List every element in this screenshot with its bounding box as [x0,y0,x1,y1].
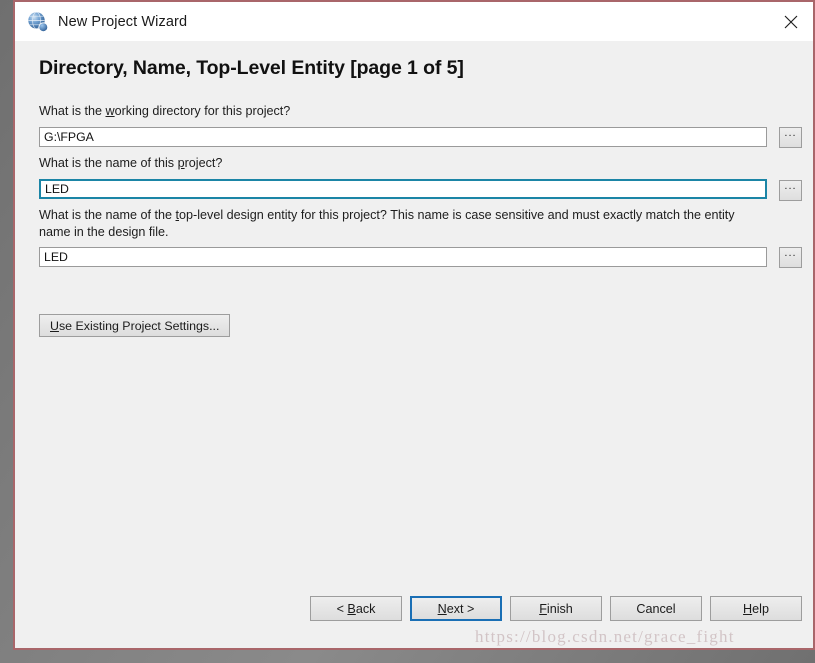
label-working-directory-post: orking directory for this project? [114,104,291,118]
next-mnemonic: N [437,601,447,616]
watermark: https://blog.csdn.net/grace_fight [475,627,735,646]
close-icon[interactable] [768,2,813,41]
cancel-button[interactable]: Cancel [610,596,702,621]
page-title: Directory, Name, Top-Level Entity [page … [39,57,464,79]
working-directory-input[interactable] [39,127,767,147]
dialog-footer: < Back Next > Finish Cancel Help https:/… [15,590,813,648]
new-project-wizard-dialog: New Project Wizard Directory, Name, Top-… [13,0,815,650]
quartus-globe-icon [27,11,49,33]
cancel-label: Cancel [636,601,676,616]
use-existing-mnemonic: U [50,318,59,333]
browse-dots-1: ... [784,127,797,139]
help-post: elp [752,601,769,616]
desktop-backdrop: New Project Wizard Directory, Name, Top-… [0,0,815,663]
back-mnemonic: B [347,601,356,616]
use-existing-project-settings-button[interactable]: Use Existing Project Settings... [39,314,231,337]
help-mnemonic: H [743,601,753,616]
finish-mnemonic: F [539,601,547,616]
browse-project-name-button[interactable]: ... [779,180,802,201]
window-titlebar: New Project Wizard [15,2,813,41]
label-top-level-entity-pre: What is the name of the [39,208,176,222]
label-project-name: What is the name of this project? [39,155,222,172]
label-working-directory: What is the working directory for this p… [39,103,290,120]
label-project-name-post: roject? [184,156,223,170]
use-existing-rest: se Existing Project Settings... [58,318,220,333]
label-project-name-mnemonic: p [177,156,185,170]
browse-top-level-entity-button[interactable]: ... [779,247,802,268]
label-working-directory-mnemonic: w [105,104,115,118]
help-button[interactable]: Help [710,596,802,621]
back-pre: < [336,601,348,616]
finish-button[interactable]: Finish [510,596,602,621]
label-project-name-pre: What is the name of this [39,156,178,170]
next-post: ext > [446,601,475,616]
project-name-input[interactable] [39,179,767,199]
dialog-content: Directory, Name, Top-Level Entity [page … [15,41,813,648]
back-button[interactable]: < Back [310,596,402,621]
label-working-directory-pre: What is the [39,104,106,118]
label-top-level-entity: What is the name of the top-level design… [39,207,769,241]
back-post: ack [355,601,376,616]
finish-post: inish [546,601,573,616]
window-title: New Project Wizard [58,13,188,30]
top-level-entity-input[interactable] [39,247,767,267]
browse-dots-3: ... [784,247,797,259]
browse-dots-2: ... [784,180,797,192]
next-button[interactable]: Next > [410,596,502,621]
browse-working-directory-button[interactable]: ... [779,127,802,148]
